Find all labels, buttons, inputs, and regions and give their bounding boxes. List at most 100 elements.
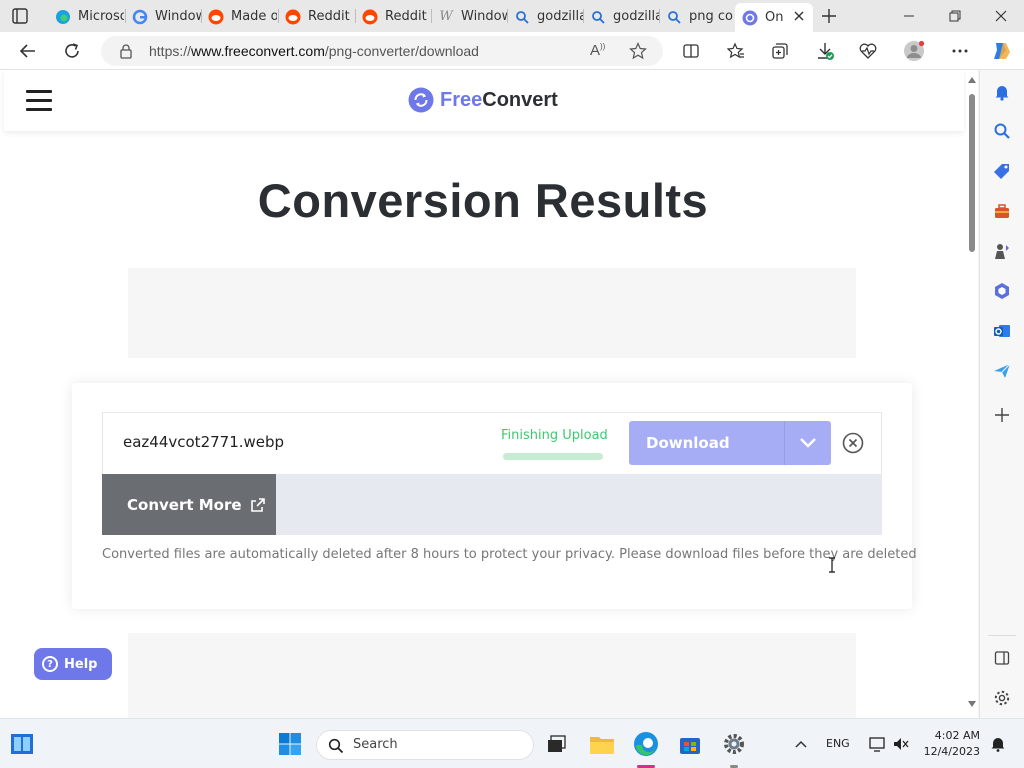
address-bar[interactable]: https://www.freeconvert.com/png-converte… bbox=[101, 36, 663, 66]
send-icon[interactable] bbox=[992, 361, 1012, 381]
shopping-tag-icon[interactable] bbox=[992, 161, 1012, 181]
help-label: Help bbox=[64, 656, 98, 672]
back-icon[interactable] bbox=[17, 40, 39, 62]
browser-tab[interactable]: Made of bbox=[201, 3, 277, 30]
browser-tab[interactable]: W Windows bbox=[431, 3, 507, 30]
search-icon[interactable] bbox=[992, 121, 1012, 141]
site-logo[interactable]: Free Convert bbox=[408, 87, 558, 113]
download-button[interactable]: Download bbox=[629, 421, 831, 465]
wiki-icon: W bbox=[439, 9, 453, 24]
microsoft-365-icon[interactable] bbox=[992, 281, 1012, 301]
help-button[interactable]: ? Help bbox=[34, 648, 112, 680]
edge-sidebar bbox=[979, 70, 1024, 718]
page-scrollbar[interactable] bbox=[966, 70, 978, 718]
favorite-star-icon[interactable] bbox=[629, 42, 647, 63]
file-explorer-icon[interactable] bbox=[589, 731, 615, 757]
browser-tab[interactable]: Reddit bbox=[355, 3, 431, 30]
upload-progress-bar bbox=[503, 453, 603, 460]
edge-icon bbox=[55, 9, 71, 25]
lock-icon[interactable] bbox=[119, 43, 133, 62]
tools-icon[interactable] bbox=[992, 201, 1012, 221]
url-domain: www.freeconvert.com bbox=[191, 43, 325, 59]
page-title: Conversion Results bbox=[257, 174, 709, 227]
language-indicator[interactable]: ENG bbox=[826, 737, 850, 750]
tab-label: Reddit bbox=[308, 9, 350, 24]
privacy-note: Converted files are automatically delete… bbox=[102, 547, 917, 562]
favorites-icon[interactable] bbox=[725, 40, 747, 62]
close-tab-icon[interactable] bbox=[791, 8, 807, 24]
performance-icon[interactable] bbox=[857, 40, 879, 62]
minimize-icon[interactable] bbox=[886, 0, 932, 32]
microsoft-store-icon[interactable] bbox=[677, 731, 703, 757]
copilot-icon[interactable] bbox=[990, 40, 1012, 62]
browser-tab[interactable]: Windows bbox=[125, 3, 201, 30]
tab-label: godzilla bbox=[613, 9, 659, 24]
sidebar-toggle-icon[interactable] bbox=[992, 648, 1012, 668]
task-view-icon[interactable] bbox=[543, 731, 569, 757]
tab-actions-icon[interactable] bbox=[10, 6, 30, 26]
outlook-icon[interactable] bbox=[992, 321, 1012, 341]
convert-more-button[interactable]: Convert More bbox=[102, 474, 276, 535]
new-tab-icon[interactable] bbox=[818, 5, 840, 27]
scroll-up-icon[interactable] bbox=[968, 77, 976, 83]
search-icon bbox=[328, 738, 344, 757]
games-icon[interactable] bbox=[992, 241, 1012, 261]
volume-muted-icon[interactable] bbox=[888, 731, 914, 757]
widgets-icon[interactable] bbox=[9, 731, 35, 757]
upload-status: Finishing Upload bbox=[501, 428, 608, 443]
refresh-icon[interactable] bbox=[61, 40, 83, 62]
taskbar-search-label: Search bbox=[353, 737, 398, 752]
system-clock[interactable]: 4:02 AM 12/4/2023 bbox=[920, 728, 980, 760]
more-options-icon[interactable] bbox=[949, 40, 971, 62]
clock-time: 4:02 AM bbox=[934, 729, 980, 742]
windows-start-icon[interactable] bbox=[277, 731, 303, 757]
scroll-down-icon[interactable] bbox=[968, 701, 976, 707]
browser-tab[interactable]: png co bbox=[659, 3, 735, 30]
edge-browser-icon[interactable] bbox=[633, 731, 659, 757]
url-prefix: https:// bbox=[149, 43, 192, 59]
notifications-icon[interactable] bbox=[992, 82, 1012, 102]
tab-label: png co bbox=[689, 9, 733, 24]
collections-icon[interactable] bbox=[769, 40, 791, 62]
restore-icon[interactable] bbox=[932, 0, 978, 32]
reddit-icon bbox=[208, 9, 224, 25]
read-aloud-icon[interactable]: A)) bbox=[590, 42, 605, 59]
convert-more-label: Convert More bbox=[127, 495, 242, 514]
hamburger-menu-icon[interactable] bbox=[26, 90, 52, 112]
download-button-label: Download bbox=[646, 434, 730, 452]
browser-tab[interactable]: Microsoft bbox=[48, 3, 124, 30]
file-row: eaz44vcot2771.webp Finishing Upload Down… bbox=[102, 412, 882, 474]
chevron-down-icon[interactable] bbox=[784, 421, 831, 465]
site-header: Free Convert bbox=[4, 70, 964, 131]
search-icon bbox=[514, 9, 530, 25]
remove-file-icon[interactable] bbox=[842, 432, 864, 454]
freeconvert-logo-icon bbox=[408, 87, 434, 113]
windows-taskbar: Search ENG 4:02 AM 12/4/2023 bbox=[0, 718, 1024, 768]
settings-gear-icon[interactable] bbox=[992, 688, 1012, 708]
reddit-icon bbox=[285, 9, 301, 25]
tab-label: Made of bbox=[231, 9, 277, 24]
close-window-icon[interactable] bbox=[978, 0, 1024, 32]
network-icon[interactable] bbox=[864, 731, 890, 757]
settings-app-icon[interactable] bbox=[721, 731, 747, 757]
text-cursor-icon bbox=[829, 557, 835, 573]
logo-text-convert: Convert bbox=[482, 88, 558, 111]
add-icon[interactable] bbox=[992, 405, 1012, 425]
ad-placeholder-top bbox=[128, 268, 856, 358]
split-screen-icon[interactable] bbox=[680, 40, 702, 62]
taskbar-search-box[interactable]: Search bbox=[316, 730, 534, 760]
file-name: eaz44vcot2771.webp bbox=[123, 433, 285, 451]
browser-tab[interactable]: godzilla bbox=[583, 3, 659, 30]
scroll-thumb[interactable] bbox=[969, 94, 975, 252]
browser-tab-active[interactable]: On bbox=[735, 3, 813, 32]
downloads-icon[interactable] bbox=[814, 40, 836, 62]
browser-toolbar: https://www.freeconvert.com/png-converte… bbox=[0, 32, 1024, 70]
chevron-up-icon[interactable] bbox=[788, 731, 814, 757]
sidebar-divider bbox=[988, 635, 1016, 636]
browser-tab-strip: Microsoft Windows Made of Reddit Reddit … bbox=[0, 0, 1024, 32]
browser-tab[interactable]: Reddit bbox=[278, 3, 354, 30]
profile-avatar-icon[interactable] bbox=[903, 40, 925, 62]
tab-label: Microsoft bbox=[78, 9, 124, 24]
browser-tab[interactable]: godzilla bbox=[507, 3, 583, 30]
notification-center-icon[interactable] bbox=[985, 731, 1011, 757]
